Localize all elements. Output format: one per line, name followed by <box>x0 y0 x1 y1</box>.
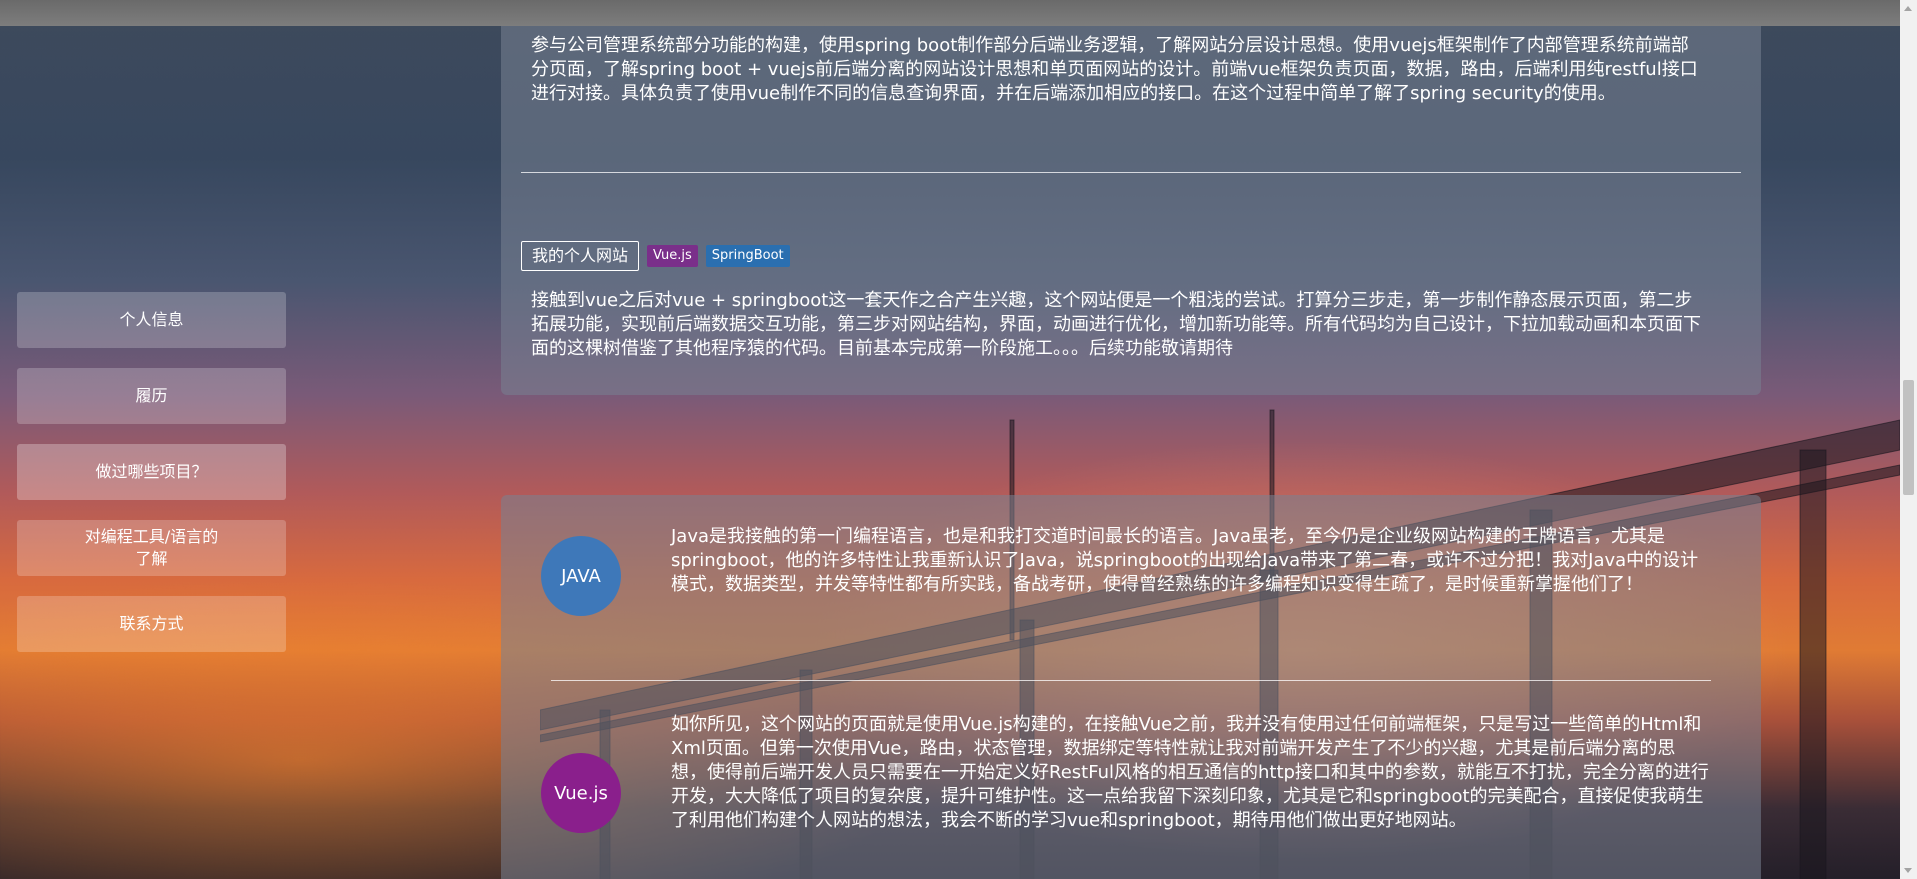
page-scrollbar[interactable] <box>1900 0 1917 879</box>
project-divider <box>521 172 1741 173</box>
scroll-up-arrow-icon[interactable] <box>1904 6 1912 11</box>
sidebar-nav: 个人信息 履历 做过哪些项目？ 对编程工具/语言的了解 联系方式 <box>17 292 286 672</box>
tag-springboot: SpringBoot <box>705 245 790 267</box>
vue-description: 如你所见，这个网站的页面就是使用Vue.js构建的，在接触Vue之前，我并没有使… <box>671 714 1709 831</box>
scrollbar-thumb[interactable] <box>1903 380 1914 495</box>
skills-panel: JAVA Java是我接触的第一门编程语言，也是和我打交道时间最长的语言。Jav… <box>501 495 1761 879</box>
tag-vuejs: Vue.js <box>647 245 698 267</box>
nav-item-skills[interactable]: 对编程工具/语言的了解 <box>17 520 286 576</box>
java-description: Java是我接触的第一门编程语言，也是和我打交道时间最长的语言。Java虽老，至… <box>671 526 1699 595</box>
scroll-down-arrow-icon[interactable] <box>1904 868 1912 873</box>
nav-item-contact[interactable]: 联系方式 <box>17 596 286 652</box>
nav-item-personal-info[interactable]: 个人信息 <box>17 292 286 348</box>
vue-badge: Vue.js <box>541 753 621 833</box>
personal-site-description: 接触到vue之后对vue + springboot这一套天作之合产生兴趣，这个网… <box>531 290 1701 359</box>
projects-panel: 参与公司管理系统部分功能的构建，使用spring boot制作部分后端业务逻辑，… <box>501 26 1761 395</box>
nav-item-projects[interactable]: 做过哪些项目？ <box>17 444 286 500</box>
skill-divider <box>551 680 1711 681</box>
java-badge: JAVA <box>541 536 621 616</box>
browser-top-strip <box>0 0 1917 26</box>
personal-site-header: 我的个人网站 Vue.js SpringBoot <box>521 241 790 271</box>
personal-site-title[interactable]: 我的个人网站 <box>521 241 640 271</box>
nav-item-resume[interactable]: 履历 <box>17 368 286 424</box>
company-project-description: 参与公司管理系统部分功能的构建，使用spring boot制作部分后端业务逻辑，… <box>531 35 1698 104</box>
